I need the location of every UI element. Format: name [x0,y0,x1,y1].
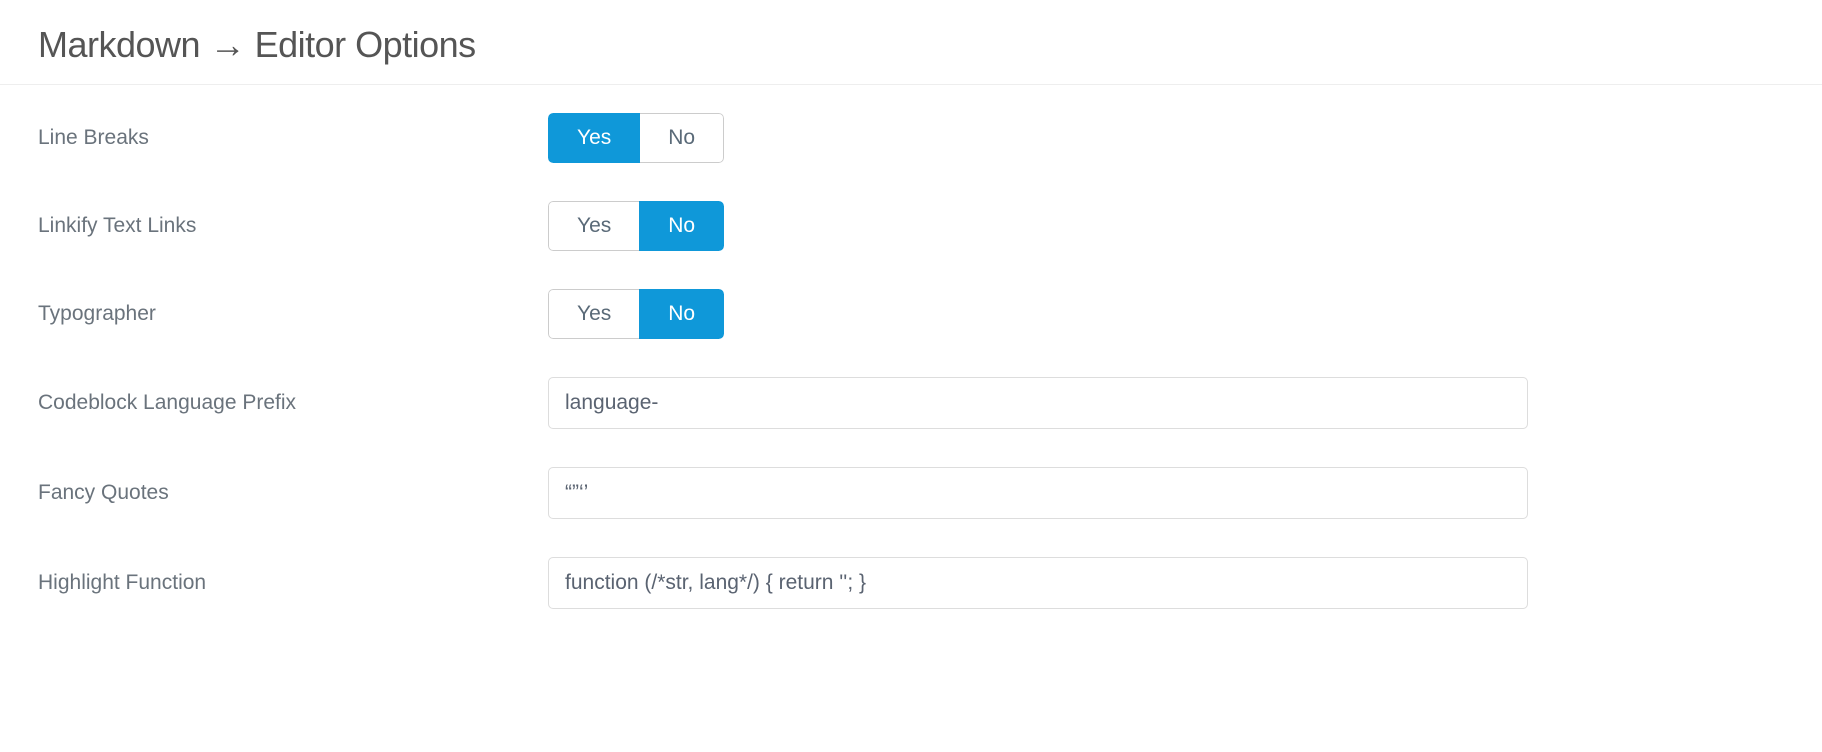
label-linkify: Linkify Text Links [38,214,548,238]
input-codeblock-prefix[interactable] [548,377,1528,429]
options-form: Line Breaks Yes No Linkify Text Links Ye… [0,85,1822,637]
toggle-line-breaks-yes[interactable]: Yes [548,113,640,163]
control-wrap: Yes No [548,289,1784,339]
control-wrap [548,557,1784,609]
toggle-linkify-yes[interactable]: Yes [548,201,640,251]
label-fancy-quotes: Fancy Quotes [38,481,548,505]
input-highlight-function[interactable] [548,557,1528,609]
control-wrap: Yes No [548,201,1784,251]
control-wrap [548,467,1784,519]
label-typographer: Typographer [38,302,548,326]
row-codeblock-prefix: Codeblock Language Prefix [38,377,1784,429]
row-fancy-quotes: Fancy Quotes [38,467,1784,519]
page-title: Markdown → Editor Options [38,24,1784,66]
toggle-typographer: Yes No [548,289,724,339]
row-line-breaks: Line Breaks Yes No [38,113,1784,163]
toggle-line-breaks: Yes No [548,113,724,163]
label-highlight-function: Highlight Function [38,571,548,595]
row-typographer: Typographer Yes No [38,289,1784,339]
toggle-line-breaks-no[interactable]: No [639,113,724,163]
row-highlight-function: Highlight Function [38,557,1784,609]
page-header: Markdown → Editor Options [0,0,1822,85]
toggle-linkify: Yes No [548,201,724,251]
toggle-linkify-no[interactable]: No [639,201,724,251]
toggle-typographer-yes[interactable]: Yes [548,289,640,339]
control-wrap [548,377,1784,429]
label-codeblock-prefix: Codeblock Language Prefix [38,391,548,415]
control-wrap: Yes No [548,113,1784,163]
input-fancy-quotes[interactable] [548,467,1528,519]
toggle-typographer-no[interactable]: No [639,289,724,339]
label-line-breaks: Line Breaks [38,126,548,150]
row-linkify: Linkify Text Links Yes No [38,201,1784,251]
